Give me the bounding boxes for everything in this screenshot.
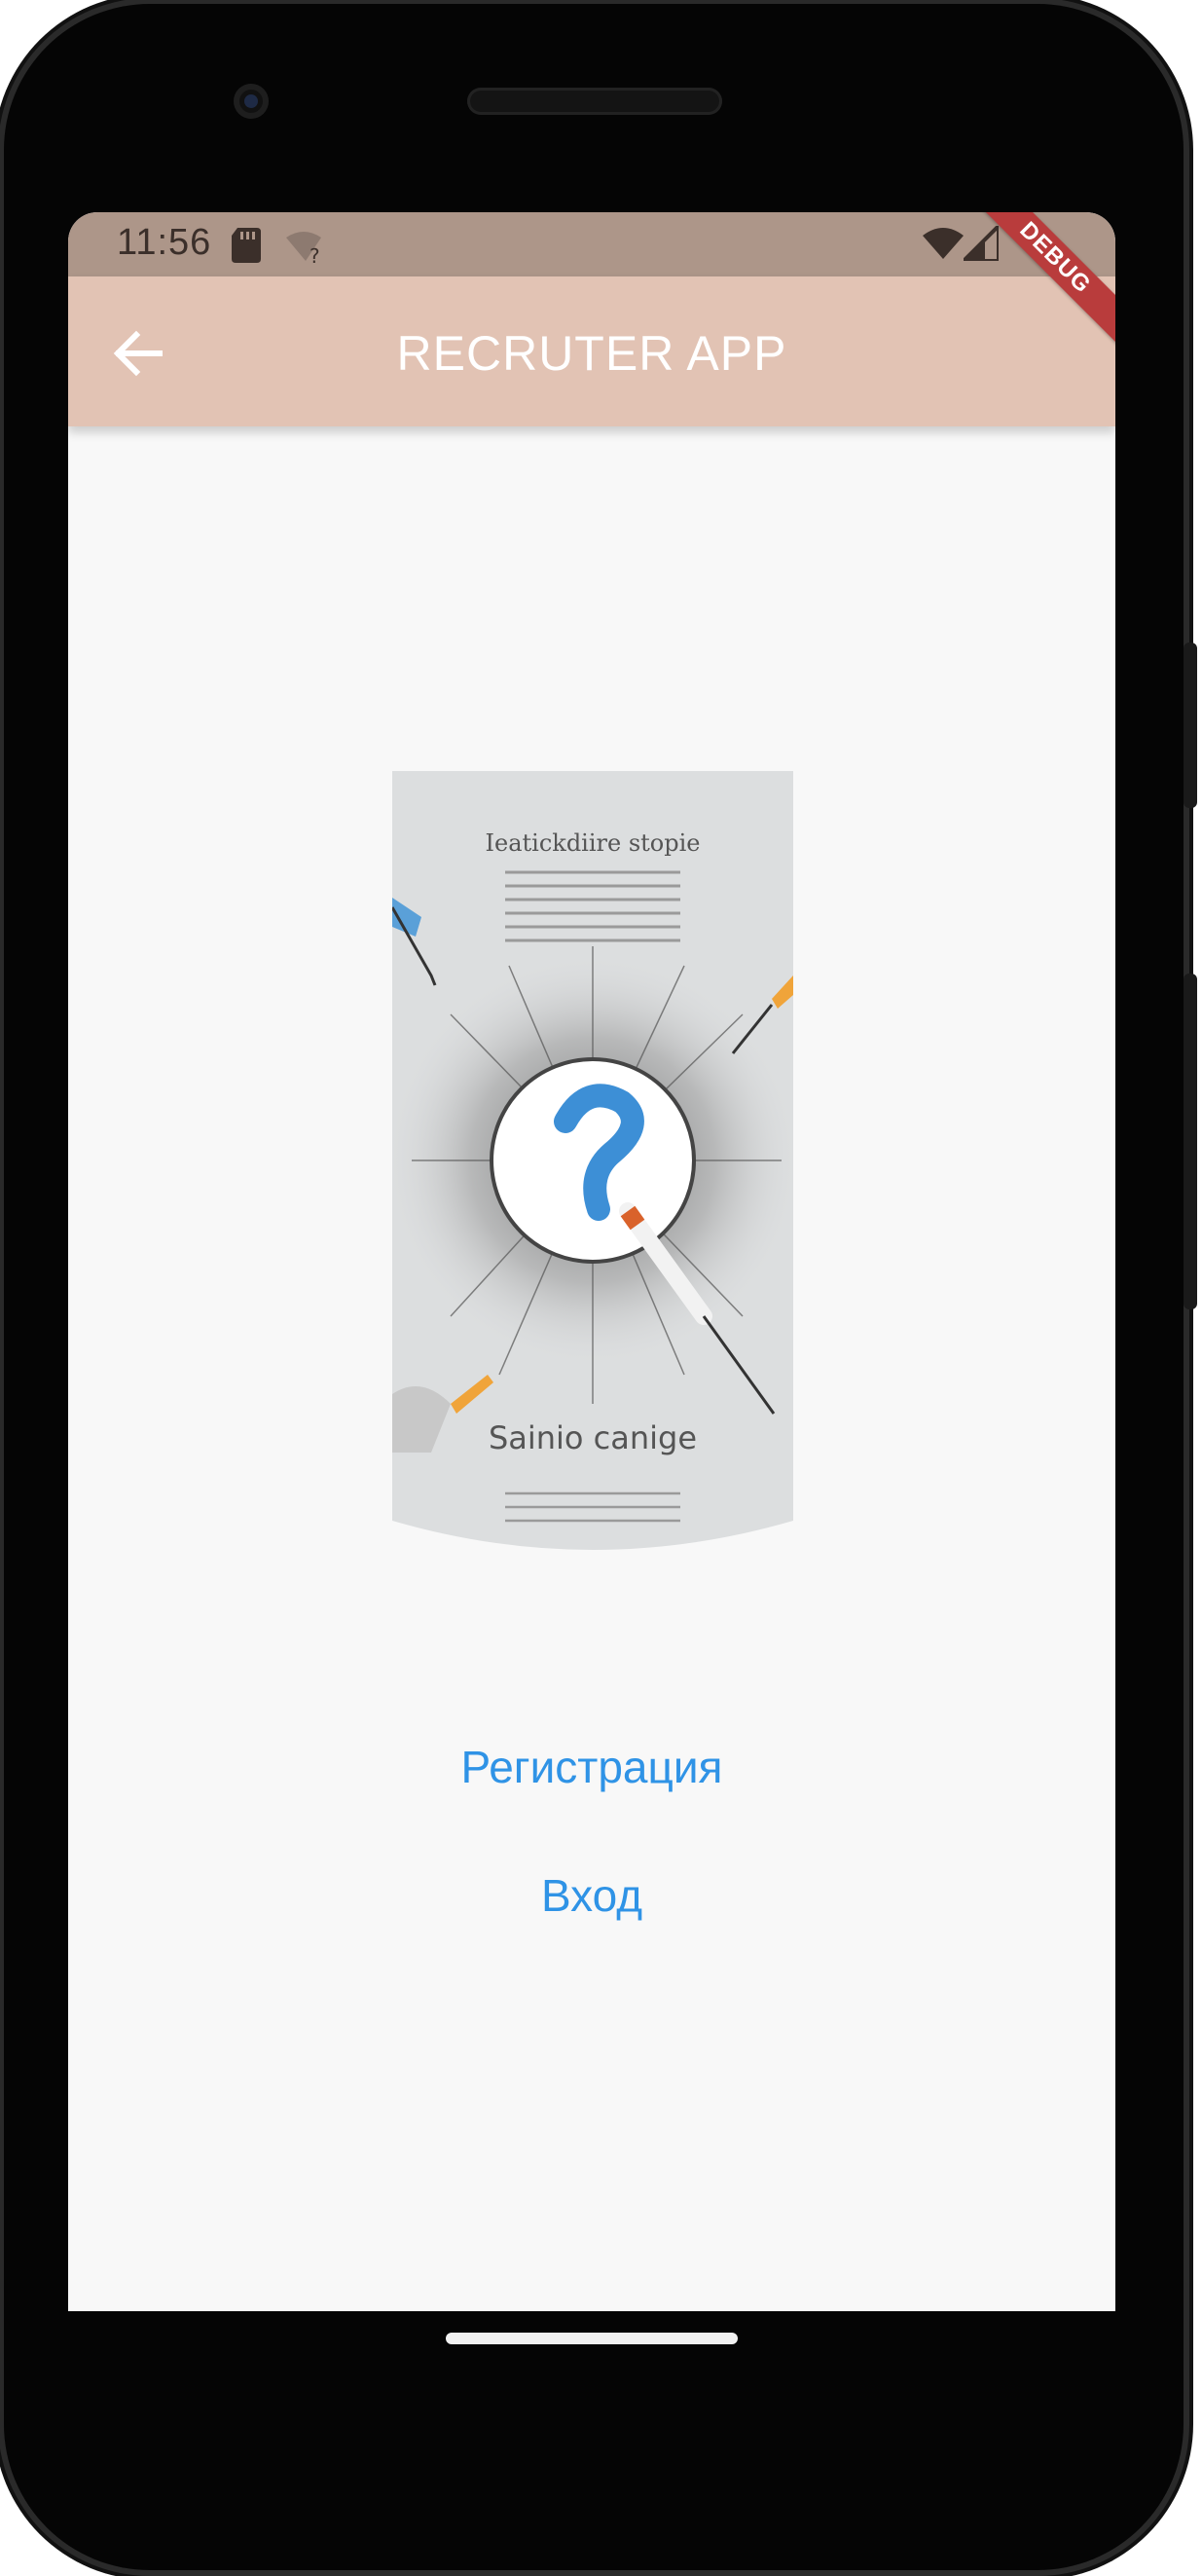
poster-title: Ieatickdiire stopie — [486, 829, 701, 857]
app-title: RECRUTER APP — [396, 326, 787, 381]
wifi-unknown-icon: ? — [286, 232, 321, 265]
wifi-icon — [923, 228, 964, 259]
status-time: 11:56 — [117, 222, 212, 263]
app-screen: 11:56 ? RECRUTER APP DEBUG Ieatickdiire … — [68, 212, 1115, 2311]
app-bar: RECRUTER APP — [68, 276, 1115, 426]
front-camera — [234, 84, 269, 119]
svg-text:?: ? — [310, 244, 320, 265]
status-bar: 11:56 ? — [68, 212, 1115, 276]
login-button[interactable]: Вход — [68, 1869, 1115, 1922]
hero-illustration: Ieatickdiire stopie Sainio canige — [392, 771, 793, 1550]
home-indicator[interactable] — [446, 2333, 738, 2344]
register-button[interactable]: Регистрация — [68, 1741, 1115, 1793]
earpiece-speaker — [467, 88, 722, 115]
power-button — [1184, 643, 1197, 808]
poster-caption: Sainio canige — [489, 1419, 697, 1456]
signal-icon — [964, 226, 999, 261]
sd-card-icon — [232, 228, 261, 263]
volume-rocker — [1184, 974, 1197, 1309]
